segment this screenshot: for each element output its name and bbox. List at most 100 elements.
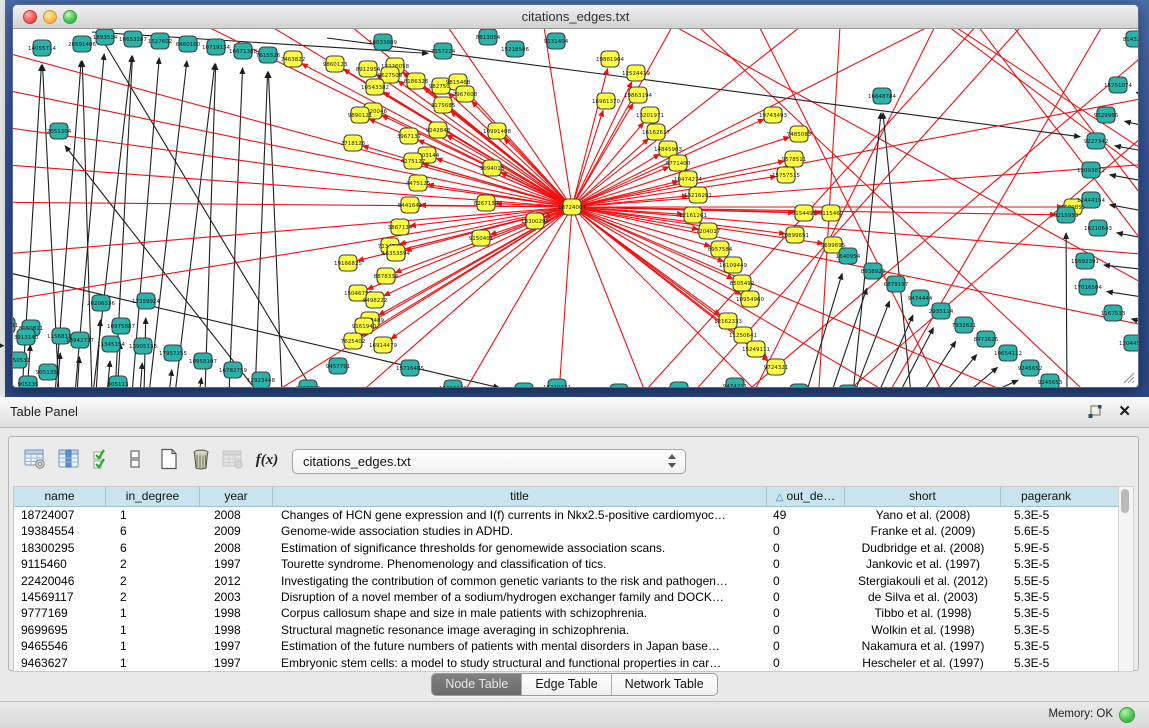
graph-edge[interactable]	[739, 29, 952, 387]
vertical-scrollbar[interactable]	[1118, 486, 1134, 672]
graph-edge[interactable]	[1104, 265, 1138, 270]
table-cell[interactable]: 1	[106, 655, 200, 671]
table-cell[interactable]: 18724007	[14, 507, 106, 523]
table-cell[interactable]: 2008	[200, 507, 273, 523]
column-header-year[interactable]: year	[200, 487, 273, 506]
function-builder-icon[interactable]: f(x)	[253, 446, 281, 474]
graph-edge[interactable]	[902, 29, 1138, 172]
table-cell[interactable]: 5.3E-5	[1001, 622, 1091, 638]
table-selector-dropdown[interactable]: citations_edges.txt	[292, 449, 686, 474]
graph-edge[interactable]	[1125, 121, 1138, 127]
graph-node[interactable]	[790, 384, 808, 387]
graph-edge[interactable]	[1066, 233, 1067, 387]
graph-edge[interactable]	[922, 341, 956, 387]
graph-edge[interactable]	[169, 370, 172, 387]
close-panel-icon[interactable]: ✕	[1118, 402, 1131, 420]
table-cell[interactable]: 0	[767, 556, 845, 572]
graph-edge[interactable]	[612, 29, 1138, 302]
column-header-title[interactable]: title	[273, 487, 767, 506]
scrollbar-thumb[interactable]	[1121, 489, 1129, 513]
graph-edge[interactable]	[1110, 205, 1138, 212]
table-cell[interactable]: 14569117	[14, 589, 106, 605]
graph-edge[interactable]	[944, 355, 977, 387]
table-cell[interactable]: 5.9E-5	[1001, 540, 1091, 556]
table-cell[interactable]: 6	[106, 523, 200, 539]
table-cell[interactable]: 0	[767, 589, 845, 605]
column-header-out-degree[interactable]: △out_de…	[767, 487, 845, 506]
column-header-short[interactable]: short	[845, 487, 1001, 506]
table-row[interactable]: 1830029562008Estimation of significance …	[14, 540, 1120, 556]
table-cell[interactable]: Yano et al. (2008)	[845, 507, 1001, 523]
table-cell[interactable]: 9465546	[14, 638, 106, 654]
table-cell[interactable]: Nakamura et al. (1997)	[845, 638, 1001, 654]
graph-node[interactable]	[610, 384, 628, 387]
table-cell[interactable]: Structural magnetic resonance image aver…	[273, 622, 767, 638]
panel-collapse-arrow[interactable]: ▸	[0, 341, 5, 350]
table-cell[interactable]: 5.3E-5	[1001, 556, 1091, 572]
column-header-in-degree[interactable]: in_degree	[106, 487, 200, 506]
citation-graph[interactable]: 1405571420591406189351410653287152760264…	[13, 29, 1138, 387]
table-cell[interactable]: Jankovic et al. (1997)	[845, 556, 1001, 572]
table-cell[interactable]: 2	[106, 589, 200, 605]
table-row[interactable]: 969969511998Structural magnetic resonanc…	[14, 622, 1120, 638]
graph-edge[interactable]	[1136, 92, 1138, 97]
select-columns-icon[interactable]	[89, 446, 117, 474]
table-cell[interactable]: de Silva et al. (2003)	[845, 589, 1001, 605]
table-row[interactable]: 2242004622012Investigating the contribut…	[14, 573, 1120, 589]
graph-edge[interactable]	[96, 320, 100, 387]
graph-node[interactable]	[839, 385, 857, 387]
graph-node[interactable]	[515, 383, 533, 387]
table-cell[interactable]: 5.3E-5	[1001, 605, 1091, 621]
table-cell[interactable]: 6	[106, 540, 200, 556]
graph-edge[interactable]	[899, 328, 933, 387]
table-cell[interactable]: 2008	[200, 540, 273, 556]
graph-node[interactable]	[670, 382, 688, 387]
graph-edge[interactable]	[227, 386, 230, 387]
table-cell[interactable]: Genome-wide association studies in ADHD.	[273, 523, 767, 539]
table-cell[interactable]: 2	[106, 573, 200, 589]
graph-edge[interactable]	[812, 107, 1138, 387]
table-cell[interactable]: Stergiakouli et al. (2012)	[845, 573, 1001, 589]
table-cell[interactable]: Wolkin et al. (1998)	[845, 622, 1001, 638]
table-row[interactable]: 946554611997Estimation of the future num…	[14, 638, 1120, 654]
table-cell[interactable]: 5.3E-5	[1001, 638, 1091, 654]
table-cell[interactable]: 5.5E-5	[1001, 573, 1091, 589]
graph-edge[interactable]	[140, 363, 142, 387]
column-header-pagerank[interactable]: pagerank	[1001, 487, 1091, 506]
tab-network-table[interactable]: Network Table	[612, 674, 717, 695]
column-header-name[interactable]: name	[14, 487, 106, 506]
table-cell[interactable]: 2009	[200, 523, 273, 539]
table-cell[interactable]: 9115460	[14, 556, 106, 572]
resize-grip-icon[interactable]	[1121, 370, 1135, 384]
graph-edge[interactable]	[557, 207, 572, 387]
table-cell[interactable]: Dudbridge et al. (2008)	[845, 540, 1001, 556]
table-cell[interactable]: Estimation of the future numbers of pati…	[273, 638, 767, 654]
table-row[interactable]: 1456911722003Disruption of a novel membe…	[14, 589, 1120, 605]
graph-edge[interactable]	[268, 72, 282, 387]
table-cell[interactable]: 18300295	[14, 540, 106, 556]
table-cell[interactable]: 0	[767, 622, 845, 638]
graph-edge[interactable]	[13, 207, 572, 307]
graph-edge[interactable]	[572, 207, 657, 387]
table-cell[interactable]: 2	[106, 556, 200, 572]
table-row[interactable]: 1938455462009Genome-wide association stu…	[14, 523, 1120, 539]
table-cell[interactable]: 5.3E-5	[1001, 655, 1091, 671]
table-cell[interactable]: 0	[767, 540, 845, 556]
delete-table-icon[interactable]	[219, 446, 247, 474]
table-cell[interactable]: Tourette syndrome. Phenomenology and cla…	[273, 556, 767, 572]
table-cell[interactable]: 0	[767, 523, 845, 539]
table-cell[interactable]: 1	[106, 605, 200, 621]
graph-edge[interactable]	[853, 113, 881, 387]
table-cell[interactable]: 19384554	[14, 523, 106, 539]
table-cell[interactable]: Franke et al. (2009)	[845, 523, 1001, 539]
table-cell[interactable]: 22420046	[14, 573, 106, 589]
graph-edge[interactable]	[255, 72, 268, 387]
table-cell[interactable]: 1998	[200, 622, 273, 638]
table-cell[interactable]: Estimation of significance thresholds fo…	[273, 540, 767, 556]
graph-edge[interactable]	[199, 378, 201, 387]
table-cell[interactable]: Tibbo et al. (1998)	[845, 605, 1001, 621]
table-cell[interactable]: 0	[767, 638, 845, 654]
graph-edge[interactable]	[1107, 292, 1138, 298]
graph-edge[interactable]	[447, 135, 572, 207]
table-settings-icon[interactable]	[21, 446, 49, 474]
